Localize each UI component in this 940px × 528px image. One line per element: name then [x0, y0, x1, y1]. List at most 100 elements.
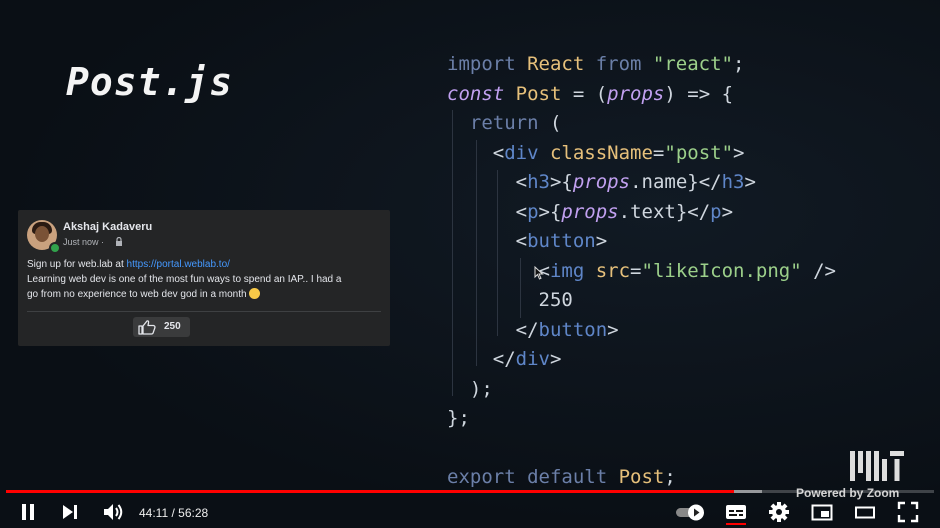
- progress-bar[interactable]: [6, 490, 934, 493]
- code-token: p: [527, 200, 539, 223]
- code-token: h3: [527, 171, 550, 193]
- code-token: ) => {: [664, 82, 734, 105]
- code-token: ;: [733, 53, 745, 75]
- miniplayer-icon: [811, 504, 833, 521]
- code-token: >: [733, 141, 745, 164]
- post-body: Sign up for web.lab at https://portal.we…: [27, 257, 391, 302]
- code-token: props: [572, 171, 631, 193]
- mit-logo-icon: [850, 451, 904, 481]
- code-token: <: [447, 230, 528, 252]
- post-timestamp: Just now ·: [63, 237, 105, 247]
- slide-title: Post.js: [66, 60, 234, 104]
- code-line: <img src="likeIcon.png" />: [447, 257, 836, 287]
- code-token: />: [813, 259, 836, 282]
- autoplay-toggle[interactable]: [674, 499, 708, 525]
- code-token: </: [447, 348, 516, 370]
- code-token: (: [549, 112, 562, 134]
- code-token: img: [549, 259, 596, 282]
- subtitles-active-indicator: [726, 523, 746, 525]
- post-author: Akshaj Kadaveru: [63, 221, 153, 233]
- code-token: </: [447, 318, 539, 341]
- code-token: return: [469, 112, 550, 134]
- code-token: className: [549, 141, 653, 164]
- code-token: src: [595, 259, 631, 282]
- subtitles-button[interactable]: [723, 499, 749, 525]
- progress-played: [6, 490, 735, 493]
- next-icon: [63, 505, 77, 519]
- fullscreen-button[interactable]: [895, 499, 921, 525]
- code-token: React: [527, 53, 596, 75]
- code-line: import React from "react";: [447, 50, 836, 80]
- code-line: <h3>{props.name}</h3>: [447, 168, 836, 198]
- code-token: button: [538, 318, 608, 341]
- fullscreen-icon: [897, 501, 919, 523]
- code-block: import React from "react"; const Post = (…: [447, 50, 836, 493]
- player-controls: 44:11 / 56:28: [0, 496, 940, 528]
- code-token: >: [721, 200, 734, 223]
- miniplayer-button[interactable]: [809, 499, 835, 525]
- code-token: "react": [652, 53, 733, 75]
- post-divider: [27, 311, 381, 312]
- code-token: "post": [664, 141, 734, 164]
- code-token: <: [447, 200, 528, 223]
- volume-button[interactable]: [100, 499, 126, 525]
- code-token: button: [527, 230, 596, 252]
- code-line: );: [447, 375, 836, 405]
- code-token: div: [515, 348, 550, 370]
- pause-button[interactable]: [15, 499, 41, 525]
- code-line: <div className="post">: [447, 139, 836, 169]
- code-line: 250: [447, 286, 836, 316]
- post-link[interactable]: https://portal.weblab.to/: [127, 259, 230, 270]
- code-token: from: [595, 53, 653, 75]
- subtitles-icon: [726, 505, 746, 519]
- code-token: import: [447, 53, 528, 75]
- code-token: =: [652, 141, 665, 164]
- code-token: };: [447, 407, 470, 429]
- code-line: <button>: [447, 227, 836, 257]
- code-token: <: [447, 141, 505, 164]
- code-token: >: [744, 171, 756, 193]
- post-text-line-3: go from no experience to web dev god in …: [27, 289, 250, 300]
- code-line: return (: [447, 109, 836, 139]
- facebook-post-card: Akshaj Kadaveru Just now · Sign up for w…: [18, 210, 390, 346]
- settings-button[interactable]: [766, 499, 792, 525]
- code-token: >: [607, 318, 619, 341]
- autoplay-toggle-icon: [676, 504, 704, 521]
- code-token: =: [630, 259, 642, 282]
- code-token: >{: [549, 171, 573, 193]
- volume-icon: [104, 504, 123, 520]
- code-token: props: [607, 82, 665, 105]
- like-button[interactable]: 250: [133, 317, 190, 337]
- code-token: Post: [515, 82, 573, 105]
- code-token: export default: [447, 466, 619, 488]
- post-text-line-2: Learning web dev is one of the most fun …: [27, 274, 342, 285]
- settings-icon: [769, 502, 789, 522]
- theater-mode-icon: [855, 506, 875, 519]
- next-button[interactable]: [57, 499, 83, 525]
- time-display: 44:11 / 56:28: [139, 506, 209, 520]
- post-text-line-1: Sign up for web.lab at: [27, 259, 127, 270]
- like-count: 250: [164, 321, 181, 332]
- code-token: props: [561, 200, 619, 223]
- code-token: = (: [572, 82, 608, 105]
- lock-icon: [116, 237, 122, 246]
- code-token: h3: [721, 171, 745, 193]
- code-token: >: [549, 348, 562, 370]
- code-token: <: [447, 171, 528, 193]
- pause-icon: [22, 504, 34, 520]
- code-token: .name}</: [630, 171, 722, 193]
- code-line: </button>: [447, 316, 836, 346]
- code-line: <p>{props.text}</p>: [447, 198, 836, 228]
- video-frame[interactable]: Post.js Akshaj Kadaveru Just now · Sign …: [0, 0, 940, 528]
- code-line: </div>: [447, 345, 836, 375]
- thumbs-up-icon: [138, 320, 156, 335]
- code-line: export default Post;: [447, 463, 836, 493]
- mouse-cursor-icon: [534, 266, 544, 280]
- smile-emoji-icon: [249, 288, 261, 299]
- theater-mode-button[interactable]: [852, 499, 878, 525]
- code-token: const: [447, 82, 516, 105]
- code-token: 250: [447, 289, 573, 311]
- code-token: "likeIcon.png": [641, 259, 814, 282]
- code-line: };: [447, 404, 836, 434]
